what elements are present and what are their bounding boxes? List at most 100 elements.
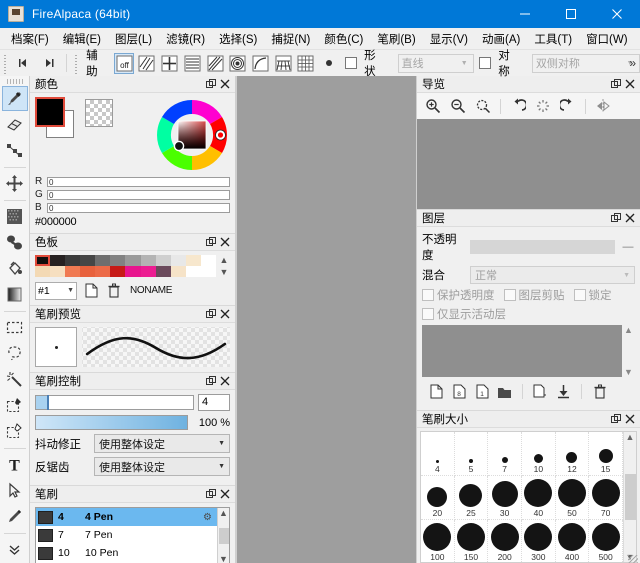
- brush-size-cell[interactable]: 5: [455, 432, 489, 476]
- gear-icon[interactable]: ⚙: [203, 512, 215, 523]
- brush-size-cell[interactable]: 15: [589, 432, 623, 476]
- brush-tool[interactable]: [2, 86, 28, 111]
- scroll-up-icon[interactable]: ▲: [624, 325, 633, 335]
- palette-swatch[interactable]: [186, 255, 201, 266]
- zoom-fit-icon[interactable]: [471, 96, 495, 116]
- palette-swatch[interactable]: [125, 255, 140, 266]
- lock-checkbox-item[interactable]: 锁定: [574, 287, 612, 303]
- snap-vanishing-point-button[interactable]: [205, 53, 226, 74]
- layer-opacity-slider[interactable]: [470, 240, 615, 254]
- protect-alpha-checkbox[interactable]: [422, 289, 434, 301]
- menu-animation[interactable]: 动画(A): [475, 29, 527, 49]
- maximize-button[interactable]: [548, 0, 594, 28]
- jitter-select[interactable]: 使用整体设定 ▼: [94, 434, 230, 453]
- palette-swatch[interactable]: [35, 266, 50, 277]
- float-icon[interactable]: [609, 77, 623, 91]
- float-icon[interactable]: [204, 235, 218, 249]
- palette-swatch[interactable]: [201, 255, 216, 266]
- menu-help[interactable]: Help: [635, 31, 640, 47]
- brush-size-cell[interactable]: 150: [455, 520, 489, 563]
- menu-select[interactable]: 选择(S): [212, 29, 264, 49]
- show-active-only-checkbox-item[interactable]: 仅显示活动层: [422, 306, 506, 322]
- close-icon[interactable]: [623, 211, 637, 225]
- scroll-thumb[interactable]: [625, 474, 636, 520]
- scroll-up-icon[interactable]: ▲: [626, 432, 635, 442]
- transform-tool[interactable]: [2, 138, 28, 163]
- brush-size-input[interactable]: 4: [198, 394, 230, 411]
- scroll-up-icon[interactable]: ▲: [219, 508, 228, 518]
- palette-swatch[interactable]: [80, 266, 95, 277]
- minimize-button[interactable]: [502, 0, 548, 28]
- brush-list-scrollbar[interactable]: ▲ ▼: [217, 508, 229, 563]
- next-button[interactable]: [37, 52, 63, 74]
- toolstrip-grip[interactable]: [7, 79, 23, 84]
- brush-size-cell[interactable]: 40: [522, 476, 556, 520]
- rotate-left-icon[interactable]: [506, 96, 530, 116]
- palette-swatch[interactable]: [171, 255, 186, 266]
- palette-swatch[interactable]: [65, 255, 80, 266]
- bucket-fill-tool[interactable]: [2, 204, 28, 229]
- brush-size-cell[interactable]: 4: [421, 432, 455, 476]
- shape-checkbox[interactable]: [345, 57, 357, 69]
- zoom-out-icon[interactable]: [446, 96, 470, 116]
- layer-list-scrollbar[interactable]: ▲ ▼: [622, 325, 635, 377]
- close-button[interactable]: [594, 0, 640, 28]
- palette-swatch[interactable]: [186, 266, 201, 277]
- merge-down-icon[interactable]: [554, 382, 573, 401]
- new-palette-icon[interactable]: [81, 281, 100, 300]
- reset-rotate-icon[interactable]: [531, 96, 555, 116]
- brush-list-item[interactable]: 77 Pen: [36, 526, 217, 544]
- pencil-tool[interactable]: [2, 504, 28, 529]
- brush-size-cell[interactable]: 70: [589, 476, 623, 520]
- g-slider[interactable]: 0: [47, 190, 230, 200]
- overflow-chevron-icon[interactable]: »: [629, 56, 636, 70]
- trash-icon[interactable]: [104, 281, 123, 300]
- palette-swatch[interactable]: [110, 266, 125, 277]
- new-layer-icon[interactable]: [426, 382, 445, 401]
- brush-size-cell[interactable]: 7: [488, 432, 522, 476]
- brush-list[interactable]: 44 Pen⚙77 Pen1010 Pen1515 Pen ▲ ▼: [35, 507, 230, 563]
- float-icon[interactable]: [204, 487, 218, 501]
- blur-tool[interactable]: [2, 230, 28, 255]
- brush-size-cell[interactable]: 200: [488, 520, 522, 563]
- new-1bit-layer-icon[interactable]: 1: [472, 382, 491, 401]
- rotate-right-icon[interactable]: [556, 96, 580, 116]
- transparent-color-swatch[interactable]: [85, 99, 113, 127]
- snap-parallel-line-button[interactable]: [136, 53, 157, 74]
- brush-size-cell[interactable]: 100: [421, 520, 455, 563]
- duplicate-layer-icon[interactable]: [531, 382, 550, 401]
- prev-button[interactable]: [11, 52, 37, 74]
- palette-select[interactable]: #1 ▼: [35, 282, 77, 300]
- menu-edit[interactable]: 编辑(E): [56, 29, 108, 49]
- close-icon[interactable]: [623, 77, 637, 91]
- new-folder-icon[interactable]: [495, 382, 514, 401]
- protect-alpha-checkbox-item[interactable]: 保护透明度: [422, 287, 495, 303]
- close-icon[interactable]: [218, 77, 232, 91]
- assist-grip[interactable]: [73, 53, 80, 74]
- brush-size-cell[interactable]: 300: [522, 520, 556, 563]
- b-slider[interactable]: 0: [47, 203, 230, 213]
- palette-swatch[interactable]: [125, 266, 140, 277]
- magic-wand-tool[interactable]: [2, 367, 28, 392]
- palette-scrollbar[interactable]: ▲ ▼: [218, 255, 230, 277]
- float-icon[interactable]: [204, 77, 218, 91]
- menu-brush[interactable]: 笔刷(B): [370, 29, 422, 49]
- clipping-checkbox-item[interactable]: 图层剪贴: [504, 287, 565, 303]
- more-tools[interactable]: [2, 537, 28, 562]
- palette-swatch[interactable]: [141, 266, 156, 277]
- delete-layer-icon[interactable]: [590, 382, 609, 401]
- select-rect-tool[interactable]: [2, 315, 28, 340]
- close-icon[interactable]: [218, 235, 232, 249]
- operation-tool[interactable]: [2, 478, 28, 503]
- resize-grip[interactable]: [628, 555, 638, 563]
- eraser-tool[interactable]: [2, 112, 28, 137]
- menu-file[interactable]: 档案(F): [4, 29, 56, 49]
- brush-size-cell[interactable]: 20: [421, 476, 455, 520]
- close-icon[interactable]: [623, 412, 637, 426]
- snap-concentric-button[interactable]: [227, 53, 248, 74]
- palette-swatch[interactable]: [50, 255, 65, 266]
- palette-swatch[interactable]: [156, 266, 171, 277]
- scroll-down-icon[interactable]: ▼: [220, 267, 229, 277]
- palette-swatch[interactable]: [95, 255, 110, 266]
- close-icon[interactable]: [218, 374, 232, 388]
